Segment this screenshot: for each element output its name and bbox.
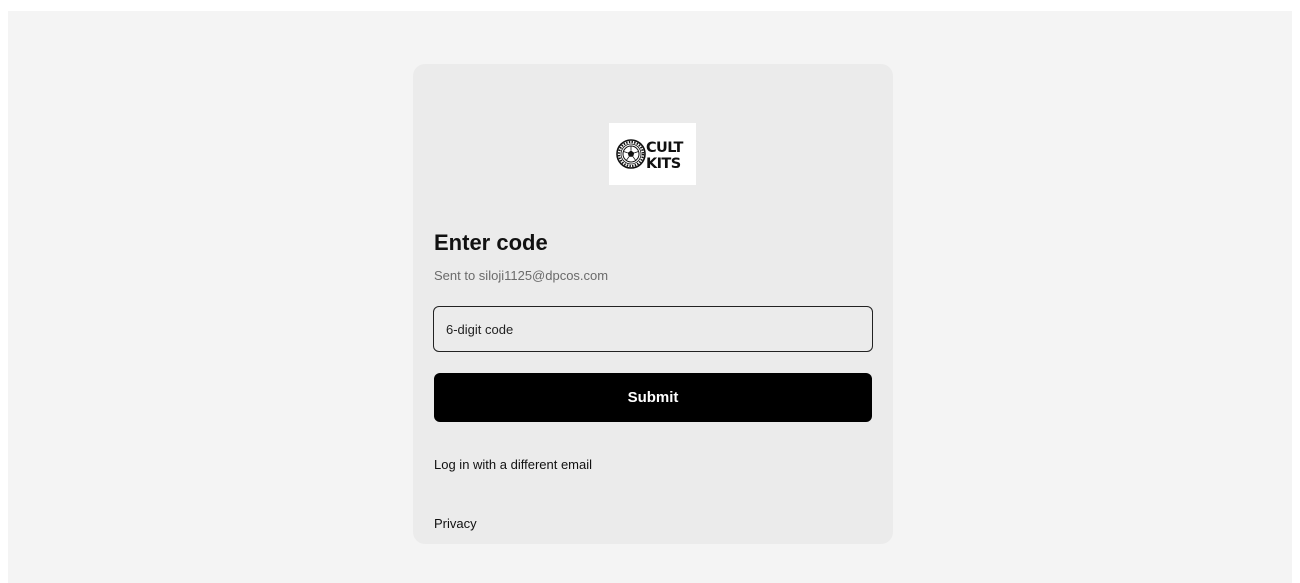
- logo-text-cult: CULT: [646, 140, 683, 156]
- different-email-link[interactable]: Log in with a different email: [434, 457, 592, 473]
- page-background: CULT KITS Enter code Sent to siloji1125@…: [8, 11, 1292, 583]
- page-title: Enter code: [434, 230, 548, 255]
- privacy-link[interactable]: Privacy: [434, 516, 477, 532]
- logo-graphic: CULT KITS: [616, 139, 684, 172]
- cult-kits-logo: CULT KITS: [609, 123, 696, 185]
- football-emblem-icon: [616, 139, 646, 169]
- sent-to-text: Sent to siloji1125@dpcos.com: [434, 268, 609, 283]
- logo-text-kits: KITS: [646, 156, 681, 172]
- code-input[interactable]: [433, 306, 873, 352]
- login-card: CULT KITS Enter code Sent to siloji1125@…: [413, 64, 893, 544]
- submit-button[interactable]: Submit: [434, 373, 872, 422]
